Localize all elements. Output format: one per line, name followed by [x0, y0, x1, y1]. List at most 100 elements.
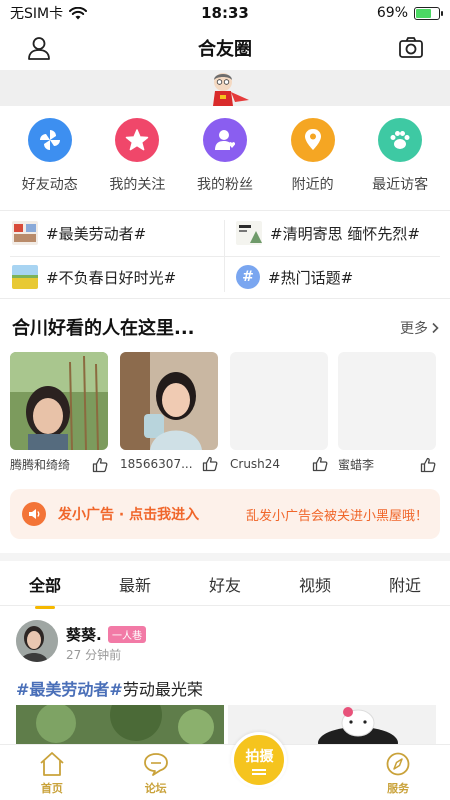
pinwheel-icon	[27, 118, 72, 162]
chat-bubble-icon	[143, 753, 168, 776]
person-photo	[338, 352, 436, 450]
person-card[interactable]: 18566307...	[120, 352, 218, 472]
quick-label: 好友动态	[21, 177, 78, 193]
more-link[interactable]: 更多	[400, 318, 440, 338]
nav-label: 服务	[387, 782, 410, 795]
carrier-label: 无SIM卡	[10, 6, 64, 22]
post-tag[interactable]: #最美劳动者#	[16, 680, 123, 699]
post-body: 劳动最光荣	[122, 680, 203, 699]
shoot-button[interactable]: 拍摄	[231, 732, 288, 788]
feed-tabs: 全部 最新 好友 视频 附近	[0, 562, 450, 606]
hashtag-icon: #	[236, 265, 260, 289]
topic-label: #热门话题#	[268, 268, 354, 287]
tab-video[interactable]: 视频	[291, 566, 339, 602]
topic-thumbnail	[236, 221, 262, 245]
tab-all[interactable]: 全部	[21, 566, 69, 602]
person-card[interactable]: 蜜蜡李	[338, 352, 436, 473]
nav-shoot[interactable]: 拍摄	[224, 732, 294, 796]
feed-post: 葵葵. 一人巷 27 分钟前 #最美劳动者#劳动最光荣	[0, 616, 450, 756]
battery-group: 69%	[376, 5, 443, 21]
more-label: 更多	[400, 321, 428, 337]
post-images	[16, 705, 436, 749]
thumbs-up-icon[interactable]	[312, 456, 328, 472]
user-heart-icon	[202, 118, 247, 162]
profile-icon[interactable]	[26, 35, 52, 61]
avatar[interactable]	[16, 620, 58, 662]
paw-icon	[378, 118, 423, 162]
ad-banner[interactable]: 发小广告 · 点击我进入 乱发小广告会被关进小黑屋哦！	[10, 489, 440, 539]
topic-item[interactable]: #最美劳动者#	[12, 216, 146, 250]
quick-nearby[interactable]: 附近的	[273, 118, 353, 210]
section-title: 合川好看的人在这里...	[12, 318, 195, 339]
people-carousel: 腾腾和绮绮 18566307... Crush24 蜜蜡李	[10, 352, 450, 482]
hot-topics: #最美劳动者# #清明寄思 缅怀先烈# #不负春日好时光# # #热门话题#	[0, 214, 450, 298]
tab-latest[interactable]: 最新	[111, 566, 159, 602]
topic-item[interactable]: # #热门话题#	[236, 260, 353, 294]
nav-service[interactable]: 服务	[363, 750, 433, 796]
tab-friends[interactable]: 好友	[201, 566, 249, 602]
topic-label: #最美劳动者#	[46, 224, 147, 243]
nav-label: 论坛	[144, 782, 167, 795]
status-bar: 无SIM卡 18:33 69%	[0, 0, 450, 26]
person-name: 18566307...	[120, 457, 193, 471]
person-photo	[120, 352, 218, 450]
divider	[0, 210, 450, 211]
quick-label: 我的粉丝	[196, 177, 253, 193]
quick-friends-feed[interactable]: 好友动态	[10, 118, 90, 210]
quick-following[interactable]: 我的关注	[97, 118, 177, 210]
quick-label: 最近访客	[372, 177, 429, 193]
person-card[interactable]: 腾腾和绮绮	[10, 352, 108, 473]
topic-label: #清明寄思 缅怀先烈#	[270, 224, 420, 243]
speaker-icon	[22, 502, 46, 526]
location-pin-icon	[290, 118, 335, 162]
thumbs-up-icon[interactable]	[420, 457, 436, 473]
nav-label: 首页	[40, 782, 63, 795]
chevron-right-icon	[432, 322, 439, 334]
battery-icon	[414, 6, 443, 20]
menu-lines-icon	[252, 768, 267, 775]
user-badge: 一人巷	[108, 626, 146, 643]
app-header: 合友圈	[0, 26, 450, 70]
ad-main-text: 发小广告 · 点击我进入	[58, 507, 200, 523]
page-title: 合友圈	[198, 39, 252, 60]
post-text[interactable]: #最美劳动者#劳动最光荣	[16, 676, 203, 700]
compass-icon	[386, 752, 410, 776]
mascot-image	[213, 73, 249, 106]
quick-fans[interactable]: 我的粉丝	[185, 118, 265, 210]
person-name: 腾腾和绮绮	[10, 458, 71, 472]
quick-label: 我的关注	[109, 177, 166, 193]
topic-item[interactable]: #不负春日好时光#	[12, 260, 176, 294]
star-icon	[115, 118, 160, 162]
person-name: 蜜蜡李	[338, 458, 375, 472]
shoot-label: 拍摄	[245, 748, 274, 765]
bottom-nav: 首页 论坛 拍摄 服务	[0, 732, 450, 800]
post-time: 27 分钟前	[66, 648, 122, 662]
person-name: Crush24	[230, 457, 281, 471]
camera-icon[interactable]	[398, 35, 424, 61]
nav-home[interactable]: 首页	[17, 750, 87, 796]
wifi-icon	[69, 6, 88, 19]
quick-recent-visitors[interactable]: 最近访客	[360, 118, 440, 210]
topic-label: #不负春日好时光#	[46, 268, 177, 287]
section-gap	[0, 553, 450, 561]
tab-nearby[interactable]: 附近	[381, 566, 429, 602]
thumbs-up-icon[interactable]	[202, 456, 218, 472]
topic-thumbnail	[12, 265, 38, 289]
quick-label: 附近的	[291, 177, 334, 193]
person-photo	[230, 352, 328, 450]
nav-forum[interactable]: 论坛	[121, 750, 191, 796]
divider	[10, 256, 440, 257]
thumbs-up-icon[interactable]	[92, 457, 108, 473]
topic-thumbnail	[12, 221, 38, 245]
ad-note-text: 乱发小广告会被关进小黑屋哦！	[245, 508, 428, 524]
person-photo	[10, 352, 108, 450]
topic-item[interactable]: #清明寄思 缅怀先烈#	[236, 216, 420, 250]
carrier-group: 无SIM卡	[10, 3, 88, 23]
post-username[interactable]: 葵葵.	[66, 624, 102, 645]
battery-percent: 69%	[376, 5, 408, 21]
quick-icons: 好友动态 我的关注 我的粉丝 附近的 最近访客	[0, 118, 450, 210]
person-card[interactable]: Crush24	[230, 352, 328, 472]
post-image[interactable]	[16, 705, 224, 749]
divider	[0, 298, 450, 299]
top-banner[interactable]	[0, 70, 450, 106]
